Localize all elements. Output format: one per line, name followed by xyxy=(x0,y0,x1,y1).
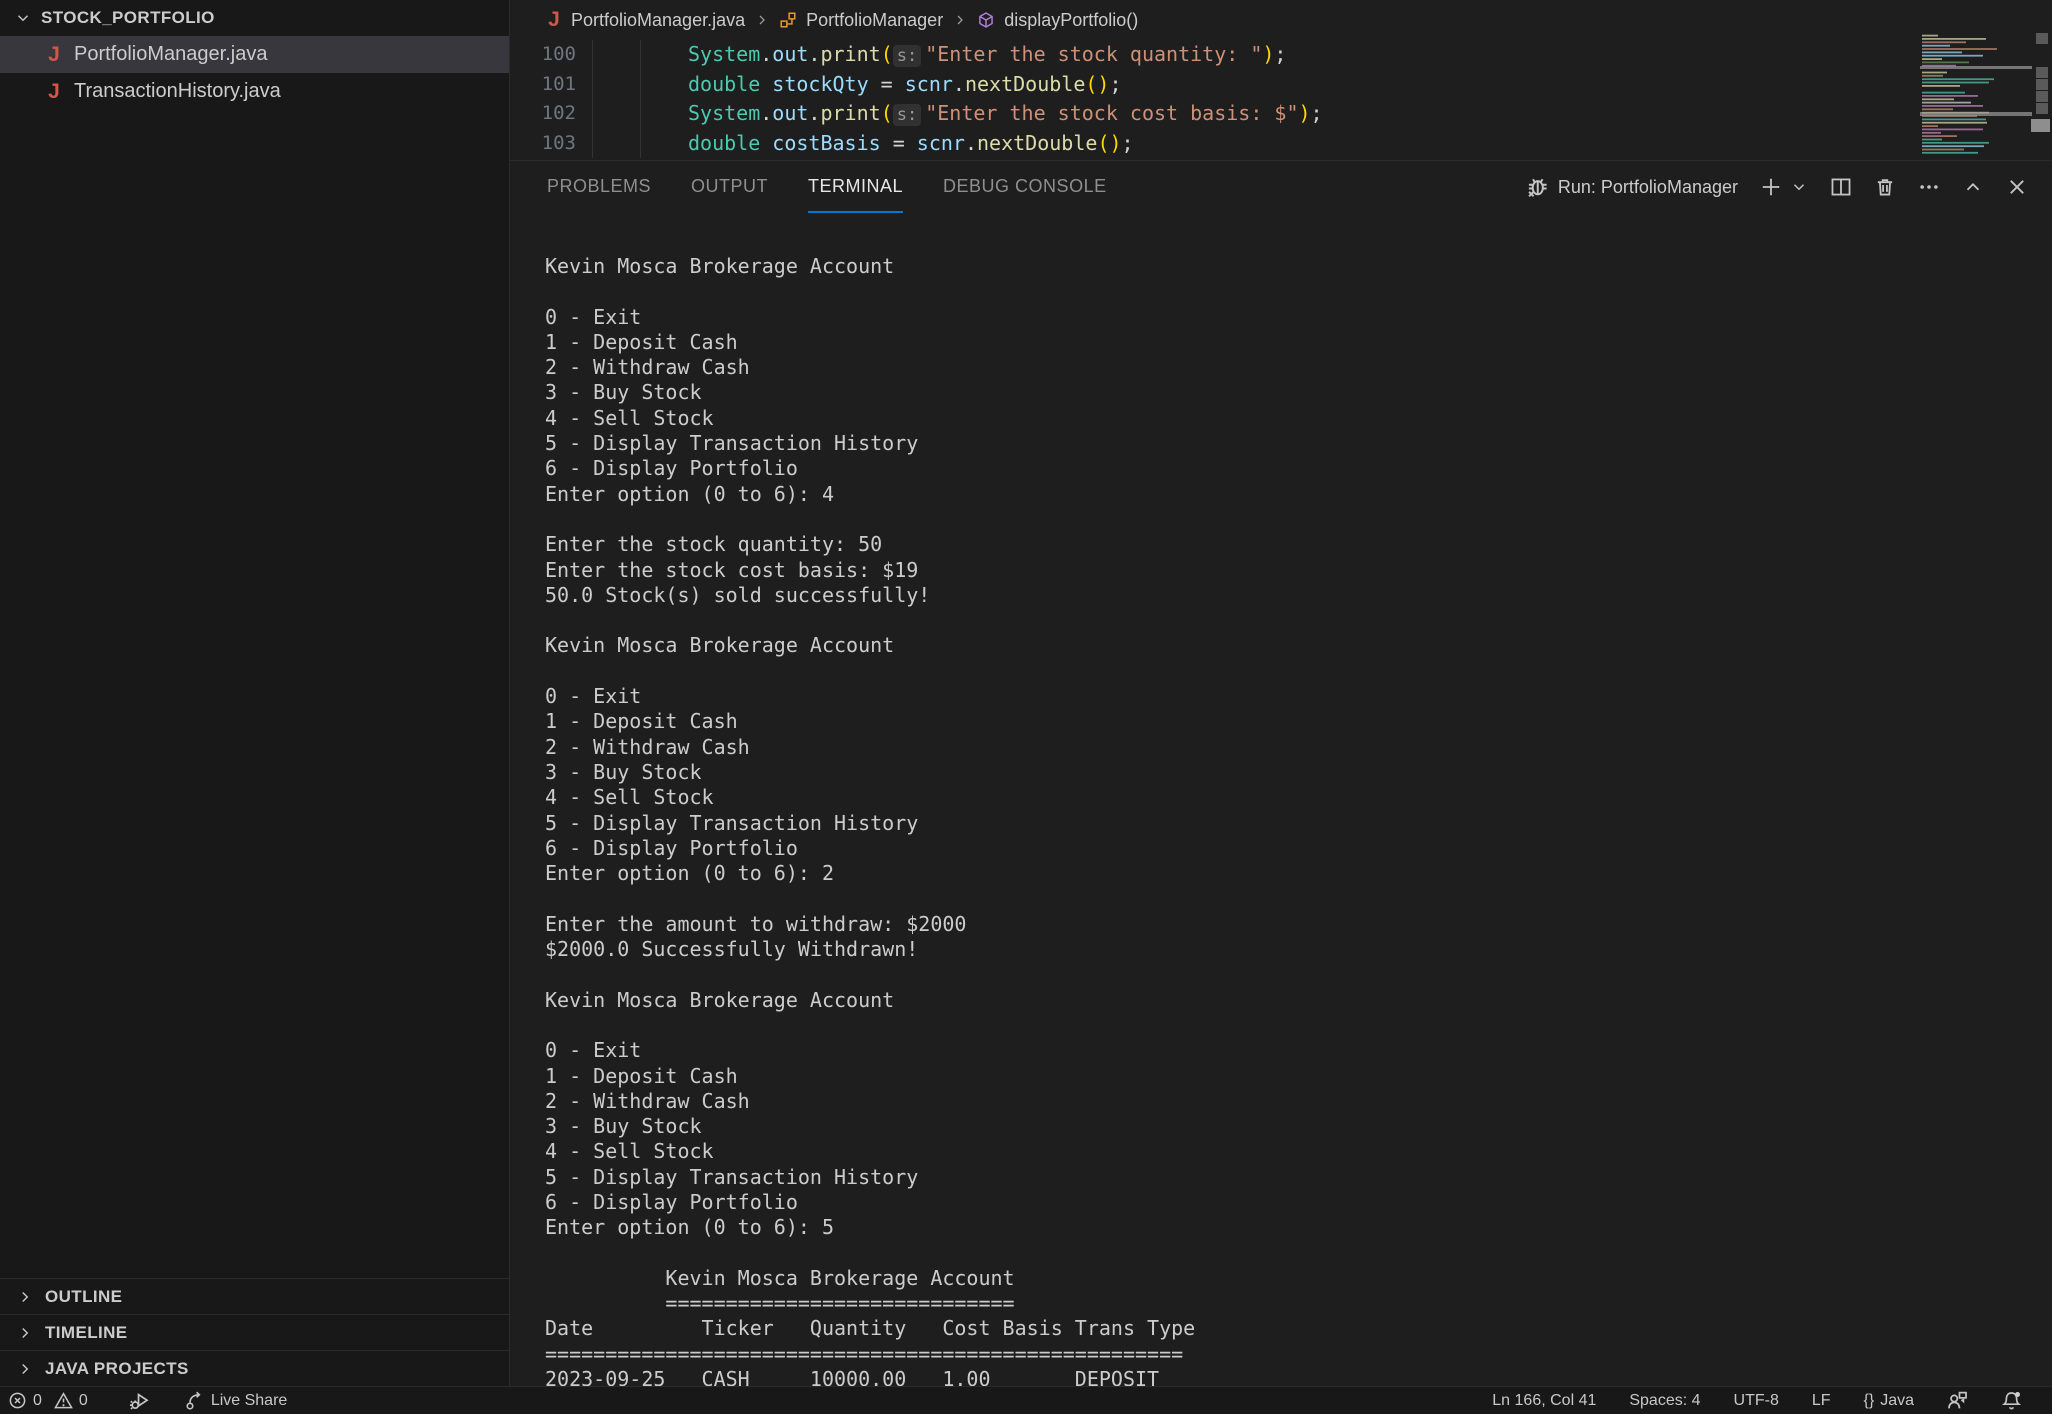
braces-icon: {} xyxy=(1864,1392,1875,1410)
chevron-right-icon xyxy=(952,12,968,28)
explorer-sidebar: STOCK_PORTFOLIO JPortfolioManager.javaJT… xyxy=(0,0,510,1386)
code-text: double costBasis = scnr.nextDouble(); xyxy=(688,129,1134,159)
status-bar: 0 0 xyxy=(0,1386,2052,1414)
more-actions-button[interactable] xyxy=(1918,176,1940,198)
file-item[interactable]: J PortfolioManager.java xyxy=(0,36,509,73)
line-number: 100 xyxy=(510,40,576,70)
warning-count: 0 xyxy=(79,1392,88,1410)
file-list: J PortfolioManager.java J TransactionHistor… xyxy=(0,36,509,110)
bottom-panel: PROBLEMS OUTPUT TERMINAL DEBUG CONSOLE Run:… xyxy=(510,160,2052,1386)
vscode-window: STOCK_PORTFOLIO JPortfolioManager.javaJT… xyxy=(0,0,2052,1414)
panel-tab-debug-console[interactable]: DEBUG CONSOLE xyxy=(943,161,1107,213)
panel-tab-output[interactable]: OUTPUT xyxy=(691,161,768,213)
problems-status[interactable]: 0 0 xyxy=(8,1391,88,1410)
terminal-output[interactable]: Kevin Mosca Brokerage Account 0 - Exit 1… xyxy=(545,254,1195,1386)
explorer-root-header[interactable]: STOCK_PORTFOLIO xyxy=(0,0,509,36)
cursor-position-status[interactable]: Ln 166, Col 41 xyxy=(1492,1392,1596,1410)
explorer-empty-space xyxy=(0,110,509,1278)
editor-viewport[interactable]: 100 System.out.print(s:"Enter the stock q… xyxy=(510,40,1922,160)
panel-tab-terminal[interactable]: TERMINAL xyxy=(808,161,903,213)
code-text: System.out.print(s:"Enter the stock cost… xyxy=(688,99,1323,131)
language-status[interactable]: {} Java xyxy=(1864,1392,1914,1410)
panel-header: PROBLEMS OUTPUT TERMINAL DEBUG CONSOLE Run:… xyxy=(510,161,2052,213)
live-share-label: Live Share xyxy=(211,1392,288,1410)
live-share-icon xyxy=(185,1391,205,1411)
feedback-button[interactable] xyxy=(1947,1390,1968,1411)
code-text: double stockQty = scnr.nextDouble(); xyxy=(688,70,1122,100)
eol-status[interactable]: LF xyxy=(1812,1392,1831,1410)
explorer-root-label: STOCK_PORTFOLIO xyxy=(41,8,215,28)
file-item-label: PortfolioManager.java xyxy=(74,43,267,66)
ruler-marker xyxy=(2036,91,2048,102)
java-file-icon: J xyxy=(546,8,562,32)
split-terminal-button[interactable] xyxy=(1830,176,1852,198)
chevron-down-icon xyxy=(14,9,32,27)
sidebar-section-outline[interactable]: OUTLINE xyxy=(0,1278,509,1314)
code-line: 103 double costBasis = scnr.nextDouble(); xyxy=(510,129,1922,159)
ruler-marker xyxy=(2036,103,2048,114)
code-line: 101 double stockQty = scnr.nextDouble(); xyxy=(510,70,1922,100)
encoding-status[interactable]: UTF-8 xyxy=(1734,1392,1779,1410)
breadcrumb-method[interactable]: displayPortfolio() xyxy=(1004,10,1138,31)
section-label: TIMELINE xyxy=(45,1323,128,1343)
ruler-marker xyxy=(2036,33,2048,44)
scrollbar-slider[interactable] xyxy=(2031,119,2050,132)
chevron-right-icon xyxy=(16,1360,34,1378)
error-count: 0 xyxy=(33,1392,42,1410)
debug-launch-button[interactable] xyxy=(130,1390,151,1411)
language-label: Java xyxy=(1880,1392,1914,1410)
code-line: 102 System.out.print(s:"Enter the stock c… xyxy=(510,99,1922,129)
warning-icon xyxy=(54,1391,73,1410)
ruler-marker xyxy=(2036,67,2048,78)
symbol-method-icon xyxy=(977,11,995,29)
file-item-label: TransactionHistory.java xyxy=(74,80,281,103)
file-item[interactable]: J TransactionHistory.java xyxy=(0,73,509,110)
chevron-right-icon xyxy=(754,12,770,28)
line-number: 102 xyxy=(510,99,576,129)
editor-region: J PortfolioManager.java PortfolioManager xyxy=(510,0,2052,160)
chevron-right-icon xyxy=(16,1324,34,1342)
line-number: 103 xyxy=(510,129,576,159)
live-share-button[interactable]: Live Share xyxy=(185,1391,288,1411)
error-icon xyxy=(8,1391,27,1410)
code-text: System.out.print(s:"Enter the stock quan… xyxy=(688,40,1286,72)
panel-actions: Run: PortfolioManager xyxy=(1525,161,2028,213)
section-label: JAVA PROJECTS xyxy=(45,1359,189,1379)
sidebar-sections: OUTLINE TIMELINE JAVA PROJECTS xyxy=(0,1278,509,1386)
terminal-picker[interactable]: Run: PortfolioManager xyxy=(1525,175,1738,199)
section-label: OUTLINE xyxy=(45,1287,122,1307)
panel-tab-problems[interactable]: PROBLEMS xyxy=(547,161,651,213)
new-terminal-button[interactable] xyxy=(1760,176,1782,198)
sidebar-section-timeline[interactable]: TIMELINE xyxy=(0,1314,509,1350)
inlay-hint: s: xyxy=(893,45,921,67)
breadcrumb: J PortfolioManager.java PortfolioManager xyxy=(510,0,1922,40)
notifications-bell-button[interactable] xyxy=(2001,1390,2022,1411)
inlay-hint: s: xyxy=(893,104,921,126)
breadcrumb-class[interactable]: PortfolioManager xyxy=(806,10,943,31)
ruler-marker xyxy=(2036,79,2048,90)
indentation-status[interactable]: Spaces: 4 xyxy=(1629,1392,1700,1410)
code-line: 100 System.out.print(s:"Enter the stock q… xyxy=(510,40,1922,70)
debug-terminal-icon xyxy=(1525,175,1549,199)
terminal-picker-label: Run: PortfolioManager xyxy=(1558,177,1738,198)
sidebar-section-java-projects[interactable]: JAVA PROJECTS xyxy=(0,1350,509,1386)
breadcrumb-file[interactable]: PortfolioManager.java xyxy=(571,10,745,31)
terminal-dropdown-button[interactable] xyxy=(1790,178,1808,196)
kill-terminal-button[interactable] xyxy=(1874,176,1896,198)
minimap[interactable] xyxy=(1920,0,2032,160)
close-panel-button[interactable] xyxy=(2006,176,2028,198)
symbol-class-icon xyxy=(779,11,797,29)
java-file-icon: J xyxy=(46,80,62,104)
maximize-panel-button[interactable] xyxy=(1962,176,1984,198)
line-number: 101 xyxy=(510,70,576,100)
java-file-icon: J xyxy=(46,43,62,67)
chevron-right-icon xyxy=(16,1288,34,1306)
